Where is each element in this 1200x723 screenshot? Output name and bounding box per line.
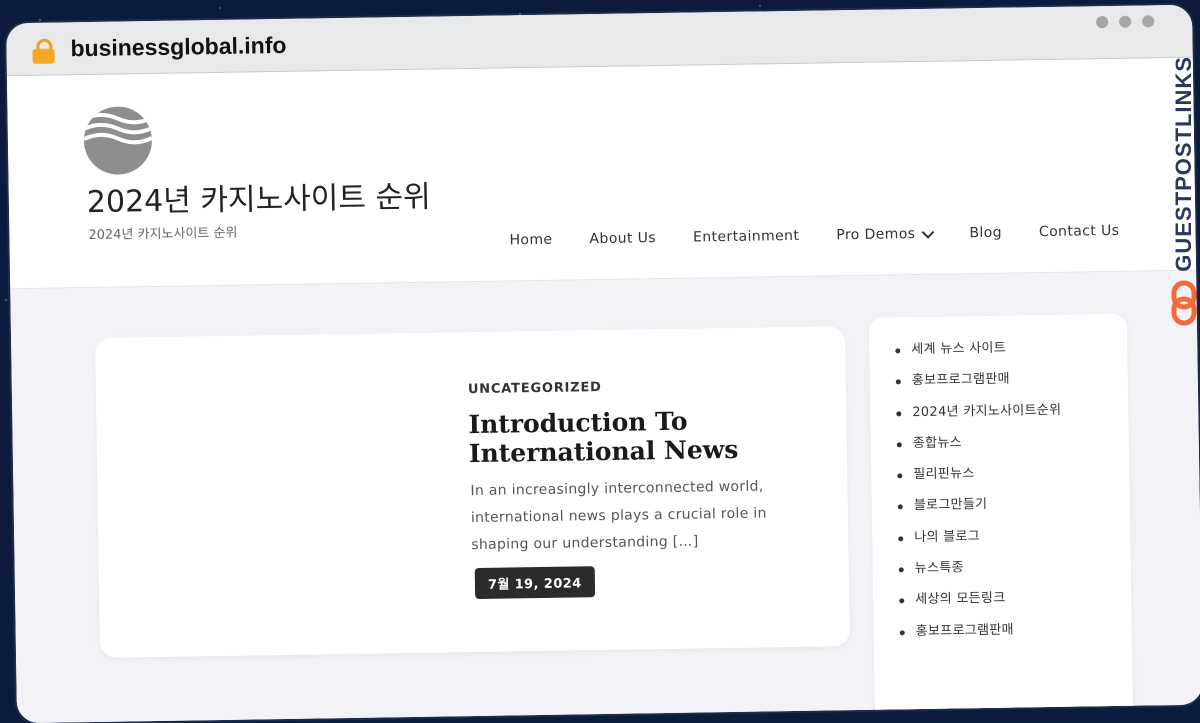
post-card: UNCATEGORIZED Introduction To Internatio… (95, 326, 850, 658)
bullet-icon (896, 442, 902, 448)
window-dot-icon[interactable] (1142, 15, 1155, 28)
chevron-down-icon[interactable] (921, 225, 935, 239)
nav-item-home[interactable]: Home (509, 232, 552, 249)
bullet-icon (898, 567, 904, 573)
sidebar-item-label: 나의 블로그 (914, 528, 981, 545)
nav-label: Contact Us (1038, 222, 1120, 241)
bullet-icon (897, 473, 903, 479)
sidebar-item[interactable]: 종합뉴스 (896, 432, 1129, 467)
main-nav: Home About Us Entertainment Pro Demos Bl… (509, 223, 1119, 249)
nav-item-contact-us[interactable]: Contact Us (1039, 223, 1120, 240)
sidebar-item[interactable]: 세상의 모든링크 (899, 588, 1131, 623)
window-controls (1096, 15, 1155, 29)
sidebar-item-label: 블로그만들기 (913, 497, 988, 514)
bullet-icon (896, 410, 902, 416)
bullet-icon (899, 629, 905, 636)
sidebar-item[interactable]: 필리핀뉴스 (897, 463, 1129, 498)
sidebar-item-label: 필리핀뉴스 (913, 466, 975, 483)
nav-item-entertainment[interactable]: Entertainment (693, 228, 799, 246)
sidebar-item[interactable]: 홍보프로그램판매 (895, 369, 1128, 404)
site-tagline: 2024년 카지노사이트 순위 (88, 225, 238, 244)
sidebar-item[interactable]: 나의 블로그 (898, 526, 1130, 561)
sidebar-item-label: 뉴스특종 (914, 560, 964, 577)
nav-item-about-us[interactable]: About Us (589, 230, 656, 247)
sidebar-item[interactable]: 세계 뉴스 사이트 (895, 338, 1127, 373)
guestpostlinks-badge: GUESTPOSTLINKS (1168, 52, 1200, 362)
nav-label: Blog (969, 224, 1003, 242)
sidebar-item-label: 2024년 카지노사이트순위 (912, 402, 1062, 420)
nav-label: About Us (589, 230, 657, 248)
window-dot-icon[interactable] (1096, 16, 1109, 29)
sidebar-item-label: 세계 뉴스 사이트 (911, 340, 1007, 358)
site-header: 2024년 카지노사이트 순위 2024년 카지노사이트 순위 Home Abo… (6, 57, 1197, 290)
bullet-icon (897, 504, 903, 510)
sidebar-item[interactable]: 홍보프로그램판매 (899, 619, 1132, 654)
nav-label: Pro Demos (836, 226, 916, 244)
nav-label: Entertainment (692, 227, 800, 246)
post-date-badge[interactable]: 7월 19, 2024 (474, 566, 595, 600)
content-area: UNCATEGORIZED Introduction To Internatio… (10, 270, 1200, 723)
bullet-icon (898, 536, 904, 542)
nav-item-pro-demos[interactable]: Pro Demos (836, 225, 935, 244)
post-title[interactable]: Introduction To International News (468, 405, 789, 468)
sidebar-item-label: 홍보프로그램판매 (911, 371, 1011, 389)
brand-name: GUESTPOSTLINKS (1171, 56, 1196, 272)
post-category[interactable]: UNCATEGORIZED (468, 380, 602, 397)
post-excerpt: In an increasingly interconnected world,… (470, 478, 767, 554)
window-dot-icon[interactable] (1119, 15, 1132, 28)
sidebar-item-label: 세상의 모든링크 (915, 591, 1006, 608)
sidebar-item[interactable]: 블로그만들기 (897, 494, 1130, 529)
sidebar: 세계 뉴스 사이트 홍보프로그램판매 2024년 카지노사이트순위 종합뉴스 필… (868, 313, 1134, 723)
sidebar-item-label: 홍보프로그램판매 (915, 622, 1014, 639)
sidebar-list: 세계 뉴스 사이트 홍보프로그램판매 2024년 카지노사이트순위 종합뉴스 필… (869, 314, 1132, 655)
url-text[interactable]: businessglobal.info (70, 31, 286, 61)
nav-item-blog[interactable]: Blog (969, 225, 1002, 242)
sidebar-item-label: 종합뉴스 (912, 435, 962, 452)
bullet-icon (899, 598, 905, 604)
site-title[interactable]: 2024년 카지노사이트 순위 (86, 172, 431, 221)
bullet-icon (895, 379, 901, 385)
nav-label: Home (509, 231, 553, 249)
site-logo-icon[interactable] (83, 106, 153, 176)
lock-icon (32, 38, 55, 64)
link-icon (1171, 280, 1197, 326)
bullet-icon (895, 348, 901, 354)
browser-window: businessglobal.info 2024년 카지노사이트 순위 2024… (6, 4, 1200, 723)
sidebar-item[interactable]: 2024년 카지노사이트순위 (896, 400, 1128, 435)
sidebar-item[interactable]: 뉴스특종 (898, 557, 1131, 592)
